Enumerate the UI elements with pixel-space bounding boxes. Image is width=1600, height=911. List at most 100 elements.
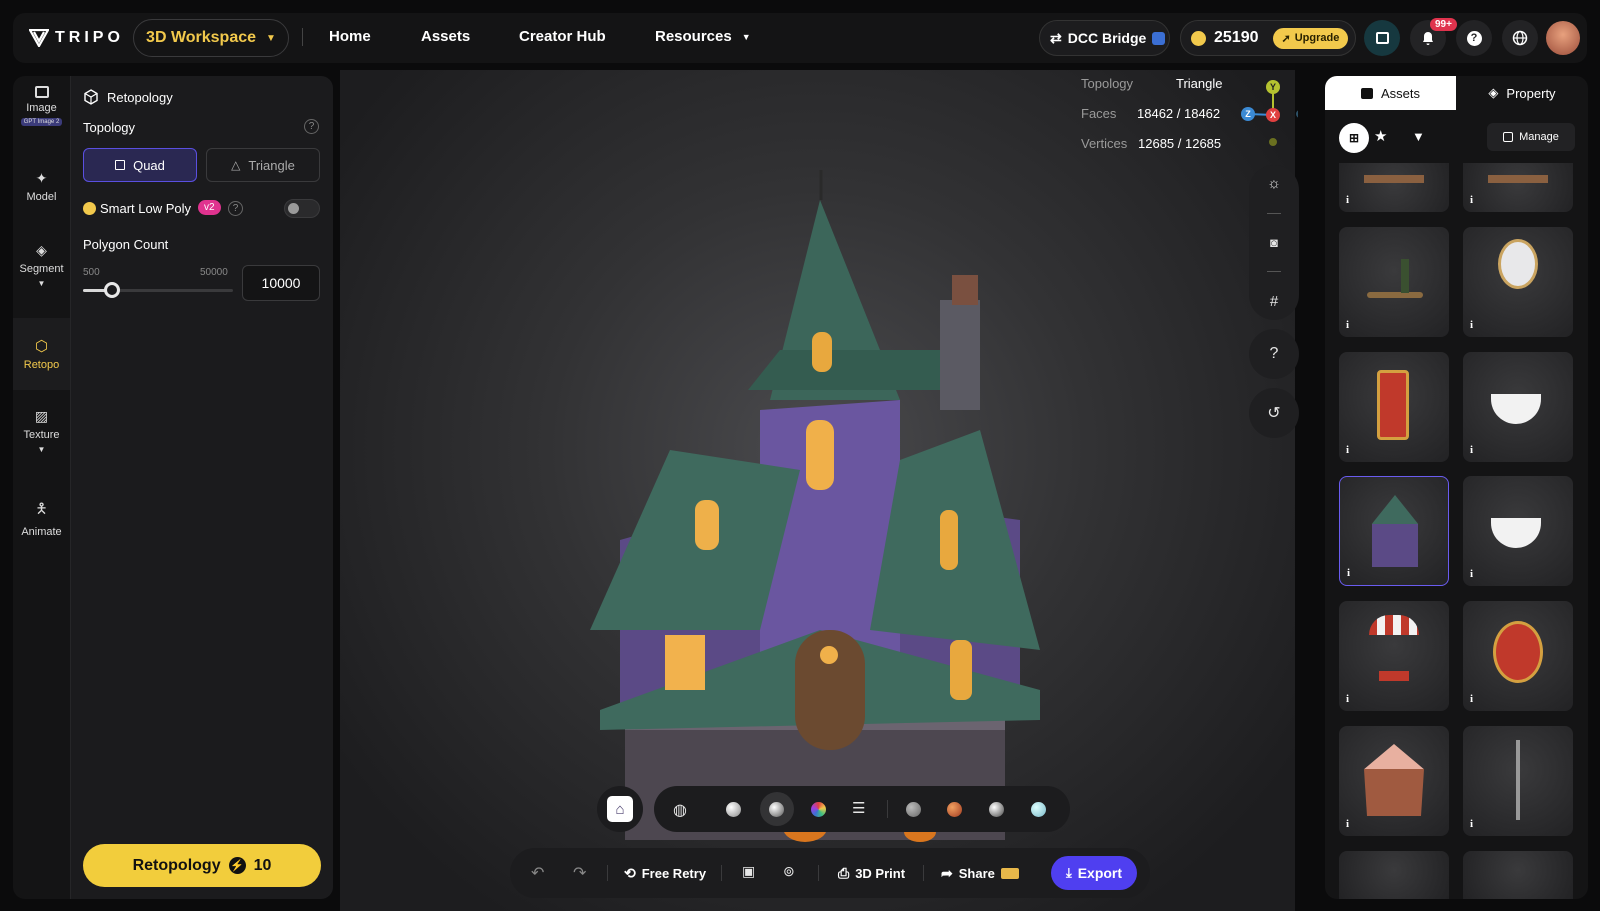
asset-card[interactable]: i bbox=[1339, 163, 1449, 212]
language-button[interactable] bbox=[1502, 20, 1538, 56]
manage-button[interactable]: Manage bbox=[1487, 123, 1575, 151]
help-icon[interactable]: ? bbox=[304, 119, 319, 134]
upgrade-button[interactable]: ➚ Upgrade bbox=[1272, 27, 1349, 49]
retopology-submit-button[interactable]: Retopology ⚡ 10 bbox=[83, 844, 321, 887]
asset-card[interactable] bbox=[1463, 851, 1573, 899]
matte-material-icon[interactable] bbox=[906, 802, 921, 817]
viewport-help-button[interactable]: ? bbox=[1249, 329, 1299, 379]
rail-item-image[interactable]: Image GPT Image 2 bbox=[13, 86, 70, 142]
quad-option[interactable]: Quad bbox=[83, 148, 197, 182]
user-avatar[interactable] bbox=[1546, 21, 1580, 55]
person-icon: 🯅 bbox=[35, 500, 48, 516]
printer-icon: ⎙ bbox=[838, 865, 850, 881]
normal-map-sphere-icon[interactable] bbox=[811, 802, 826, 817]
tab-property[interactable]: ◈ Property bbox=[1456, 76, 1588, 110]
nav-resources-dropdown[interactable]: Resources ▼ bbox=[655, 28, 751, 45]
asset-card[interactable]: i bbox=[1463, 726, 1573, 836]
redo-icon[interactable]: ↷ bbox=[573, 863, 586, 883]
help-chat-button[interactable]: ? bbox=[1456, 20, 1492, 56]
cube-icon: ◈ bbox=[36, 242, 47, 258]
asset-card[interactable]: i bbox=[1339, 726, 1449, 836]
shaded-sphere-icon[interactable] bbox=[769, 802, 784, 817]
triangle-option[interactable]: △ Triangle bbox=[206, 148, 320, 182]
info-icon[interactable]: i bbox=[1470, 444, 1473, 456]
teacup-thumb bbox=[1491, 518, 1541, 548]
resources-label: Resources bbox=[655, 28, 732, 45]
nav-creator-hub-link[interactable]: Creator Hub bbox=[519, 28, 606, 45]
rail-item-model[interactable]: ✦ Model bbox=[13, 170, 70, 203]
copper-material-icon[interactable] bbox=[947, 802, 962, 817]
axis-gizmo[interactable]: Y Z X bbox=[1238, 78, 1298, 148]
asset-card[interactable]: i bbox=[1463, 163, 1573, 212]
slider-handle[interactable] bbox=[103, 282, 120, 298]
asset-card[interactable]: i bbox=[1339, 601, 1449, 711]
asset-card[interactable] bbox=[1339, 851, 1449, 899]
haunted-house-model[interactable] bbox=[340, 70, 1295, 911]
workspace-dropdown[interactable]: 3D Workspace ▼ bbox=[133, 19, 289, 57]
history-button[interactable]: ↺ bbox=[1249, 388, 1299, 438]
axis-x: X bbox=[1266, 108, 1280, 122]
undo-icon[interactable]: ↶ bbox=[531, 863, 544, 883]
favorites-star-icon[interactable]: ★ bbox=[1374, 127, 1387, 145]
info-icon[interactable]: i bbox=[1470, 319, 1473, 331]
polygon-count-slider[interactable] bbox=[83, 282, 233, 298]
dcc-bridge-button[interactable]: ⇄ DCC Bridge bbox=[1039, 20, 1170, 56]
info-icon[interactable]: i bbox=[1347, 567, 1350, 579]
help-icon[interactable]: ? bbox=[228, 201, 243, 216]
side-table-thumb bbox=[1367, 292, 1423, 298]
rail-item-animate[interactable]: 🯅 Animate bbox=[13, 498, 70, 538]
3d-print-button[interactable]: ⎙ 3D Print bbox=[838, 865, 905, 882]
ar-view-icon[interactable]: ⊚ bbox=[783, 863, 795, 880]
gift-icon[interactable]: ▣ bbox=[742, 863, 755, 880]
filter-all-button[interactable]: ⊞ bbox=[1339, 123, 1369, 153]
info-icon[interactable]: i bbox=[1346, 444, 1349, 456]
bar-divider bbox=[721, 865, 722, 881]
asset-card[interactable]: i bbox=[1463, 352, 1573, 462]
grid-settings-icon[interactable]: # bbox=[1270, 293, 1278, 310]
clay-sphere-icon[interactable] bbox=[726, 802, 741, 817]
gpt-image-badge: GPT Image 2 bbox=[20, 118, 63, 126]
wireframe-globe-icon[interactable]: ◍ bbox=[673, 800, 687, 820]
asset-card[interactable]: i bbox=[1463, 476, 1573, 586]
screenshot-camera-icon[interactable]: ◙ bbox=[1270, 235, 1278, 250]
image-icon bbox=[34, 86, 49, 98]
tab-assets[interactable]: Assets bbox=[1325, 76, 1456, 110]
info-icon[interactable]: i bbox=[1470, 818, 1473, 830]
export-button[interactable]: ⤓ Export bbox=[1051, 856, 1137, 890]
gift-button[interactable] bbox=[1364, 20, 1400, 56]
rail-item-segment[interactable]: ◈ Segment ▼ bbox=[13, 242, 70, 288]
sliders-icon[interactable]: ☰ bbox=[852, 799, 865, 817]
asset-card[interactable]: i bbox=[1339, 352, 1449, 462]
swing-canopy-thumb bbox=[1369, 615, 1419, 635]
smart-low-poly-toggle[interactable] bbox=[284, 199, 320, 218]
rail-item-retopo[interactable]: ⬡ Retopo bbox=[13, 318, 70, 390]
upgrade-label: Upgrade bbox=[1294, 32, 1340, 44]
vertices-stat-value: 12685 / 12685 bbox=[1138, 136, 1222, 151]
chrome-material-icon[interactable] bbox=[989, 802, 1004, 817]
asset-card[interactable]: i bbox=[1463, 227, 1573, 337]
filter-funnel-icon[interactable]: ▼ bbox=[1412, 129, 1425, 144]
asset-card[interactable]: i bbox=[1339, 227, 1449, 337]
info-icon[interactable]: i bbox=[1470, 568, 1473, 580]
nav-assets-link[interactable]: Assets bbox=[421, 28, 470, 45]
asset-card[interactable]: i bbox=[1463, 601, 1573, 711]
rail-item-texture[interactable]: ▨ Texture ▼ bbox=[13, 408, 70, 454]
info-icon[interactable]: i bbox=[1346, 818, 1349, 830]
info-icon[interactable]: i bbox=[1346, 693, 1349, 705]
nav-home-link[interactable]: Home bbox=[329, 28, 371, 45]
model-thumbnail-button[interactable]: ⌂ bbox=[597, 786, 643, 832]
share-button[interactable]: ➦ Share bbox=[941, 865, 1019, 882]
free-retry-button[interactable]: ⟲ Free Retry bbox=[624, 865, 706, 882]
asset-card-selected[interactable]: i bbox=[1339, 476, 1449, 586]
panel-header: Retopology bbox=[83, 89, 173, 105]
3d-viewport[interactable] bbox=[340, 70, 1295, 911]
polygon-count-input[interactable] bbox=[242, 265, 320, 301]
glass-material-icon[interactable] bbox=[1031, 802, 1046, 817]
info-icon[interactable]: i bbox=[1470, 194, 1473, 206]
info-icon[interactable]: i bbox=[1346, 194, 1349, 206]
info-icon[interactable]: i bbox=[1346, 319, 1349, 331]
credits-pill[interactable]: 25190 ➚ Upgrade bbox=[1180, 20, 1356, 56]
info-icon[interactable]: i bbox=[1470, 693, 1473, 705]
tripo-logo[interactable]: TRIPO bbox=[29, 29, 124, 47]
lighting-icon[interactable]: ☼ bbox=[1267, 175, 1281, 192]
